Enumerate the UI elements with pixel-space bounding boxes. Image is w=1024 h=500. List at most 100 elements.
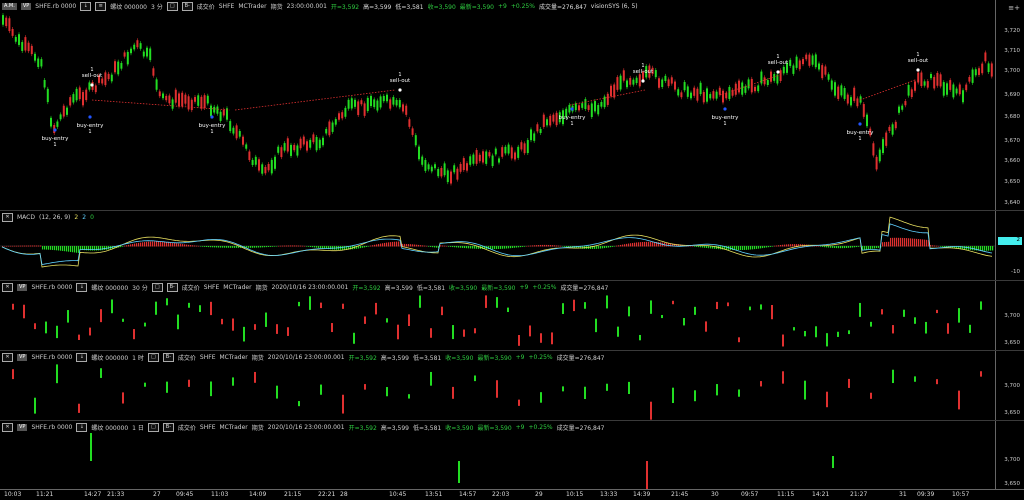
macd-histogram-bar xyxy=(404,243,406,247)
candle-body xyxy=(318,139,321,149)
trade-signal-qty: 1 xyxy=(570,121,573,127)
macd-histogram-bar xyxy=(422,245,424,247)
candle-body xyxy=(892,369,894,384)
candle-body xyxy=(804,380,806,400)
time-tick: 31 xyxy=(899,491,907,498)
ytick: 3,700 xyxy=(1004,313,1020,319)
macd-histogram-bar xyxy=(652,241,654,247)
d1-pane[interactable]: ✕ VP SHFE.rb 0000 ↓ 螺纹 000000 1 日 □ B- 成… xyxy=(0,420,1024,490)
macd-histogram-bar xyxy=(280,245,282,247)
trade-marker xyxy=(723,107,727,111)
main-price-pane[interactable]: A.M. VP SHFE.rb 0000 ↓ ≡ 螺纹 000000 3 分 □… xyxy=(0,0,1024,210)
macd-histogram-bar xyxy=(192,245,194,247)
candle-body xyxy=(251,159,254,165)
trade-marker xyxy=(916,68,920,72)
macd-histogram-bar xyxy=(376,244,378,247)
d1-axis[interactable]: 3,700 3,650 xyxy=(995,421,1024,490)
trade-marker xyxy=(53,128,57,132)
d1-candles[interactable] xyxy=(0,421,996,490)
macd-histogram-bar xyxy=(620,244,622,247)
macd-histogram-bar xyxy=(432,246,434,248)
candle-body xyxy=(584,99,587,110)
candle-body xyxy=(373,99,376,108)
macd-histogram-bar xyxy=(632,242,634,247)
macd-histogram-bar xyxy=(900,237,902,247)
macd-histogram-bar xyxy=(526,245,528,247)
macd-histogram-bar xyxy=(256,246,258,248)
candle-body xyxy=(453,165,456,173)
candle-body xyxy=(485,295,487,308)
candle-body xyxy=(139,43,142,49)
macd-pane[interactable]: ✕ MACD (12, 26, 9) 2 2 0 2 -10 xyxy=(0,210,1024,281)
candle-body xyxy=(862,104,865,117)
macd-histogram-bar xyxy=(848,246,850,248)
m30-pane[interactable]: ✕ VP SHFE.rb 0000 ↓ 螺纹 000000 30 分 □ B- … xyxy=(0,280,1024,351)
time-axis[interactable]: 10:03 11:21 14:27 21:33 27 09:45 11:03 14:09 21:… xyxy=(0,489,1024,500)
candle-body xyxy=(117,61,120,75)
macd-histogram-bar xyxy=(704,246,706,248)
add-pane-icon[interactable]: ≡+ xyxy=(1008,4,1020,12)
m30-axis[interactable]: 3,700 3,650 xyxy=(995,281,1024,351)
macd-histogram-bar xyxy=(384,242,386,247)
macd-histogram-bar xyxy=(130,244,132,247)
candle-body xyxy=(661,314,663,319)
macd-histogram-bar xyxy=(912,238,914,247)
time-tick: 10:03 xyxy=(4,491,22,498)
trade-connector-line xyxy=(859,79,916,101)
candle-body xyxy=(235,125,238,139)
macd-histogram-bar xyxy=(150,241,152,247)
h1-pane[interactable]: ✕ VP SHFE.rb 0000 ↓ 螺纹 000000 1 时 □ B- 成… xyxy=(0,350,1024,421)
candle-body xyxy=(302,136,305,145)
candle-body xyxy=(309,139,312,148)
macd-histogram-bar xyxy=(26,245,28,247)
macd-histogram-bar xyxy=(142,242,144,247)
candle-body xyxy=(213,106,216,113)
candle-body xyxy=(843,88,846,99)
macd-histogram-bar xyxy=(276,246,278,247)
candle-body xyxy=(846,94,849,104)
macd-histogram-bar xyxy=(974,246,976,251)
macd-histogram-bar xyxy=(494,246,496,250)
candle-body xyxy=(184,94,187,104)
candle-body xyxy=(974,69,977,76)
macd-histogram-bar xyxy=(544,244,546,247)
h1-axis[interactable]: 3,700 3,650 xyxy=(995,351,1024,421)
main-price-axis[interactable]: ≡+ 3,720 3,710 3,700 3,690 3,680 3,670 3… xyxy=(995,0,1024,210)
candle-body xyxy=(987,63,990,73)
main-candles[interactable]: buy-entry1sell-out1buy-entry1buy-entry1s… xyxy=(0,0,996,210)
macd-histogram-bar xyxy=(104,246,106,250)
macd-histogram-bar xyxy=(738,246,740,251)
candle-body xyxy=(34,397,36,414)
macd-histogram-bar xyxy=(858,246,860,247)
candle-body xyxy=(290,144,292,156)
macd-histogram-bar xyxy=(622,244,624,247)
macd-histogram-bar xyxy=(456,246,458,248)
macd-axis[interactable]: 2 -10 xyxy=(995,211,1024,281)
candle-body xyxy=(248,151,251,161)
candle-body xyxy=(584,302,586,309)
candle-body xyxy=(155,301,157,315)
time-tick: 13:33 xyxy=(600,491,618,498)
candle-body xyxy=(430,328,432,338)
candle-body xyxy=(613,84,616,98)
macd-histogram-bar xyxy=(736,246,738,251)
candle-body xyxy=(40,59,43,67)
candle-body xyxy=(123,52,126,57)
candle-body xyxy=(424,159,427,171)
macd-histogram-bar xyxy=(506,246,508,249)
macd-histogram-bar xyxy=(278,245,280,247)
candle-body xyxy=(734,83,737,95)
candle-body xyxy=(437,168,440,177)
candle-body xyxy=(853,87,856,101)
macd-histogram-bar xyxy=(788,244,790,247)
macd-plot[interactable] xyxy=(0,211,996,281)
macd-histogram-bar xyxy=(72,246,74,253)
h1-candles[interactable] xyxy=(0,351,996,421)
candle-body xyxy=(773,74,776,81)
macd-histogram-bar xyxy=(924,239,926,247)
macd-histogram-bar xyxy=(300,245,302,247)
candle-body xyxy=(962,90,964,103)
m30-candles[interactable] xyxy=(0,281,996,351)
candle-body xyxy=(826,333,828,347)
time-tick: 11:15 xyxy=(777,491,795,498)
